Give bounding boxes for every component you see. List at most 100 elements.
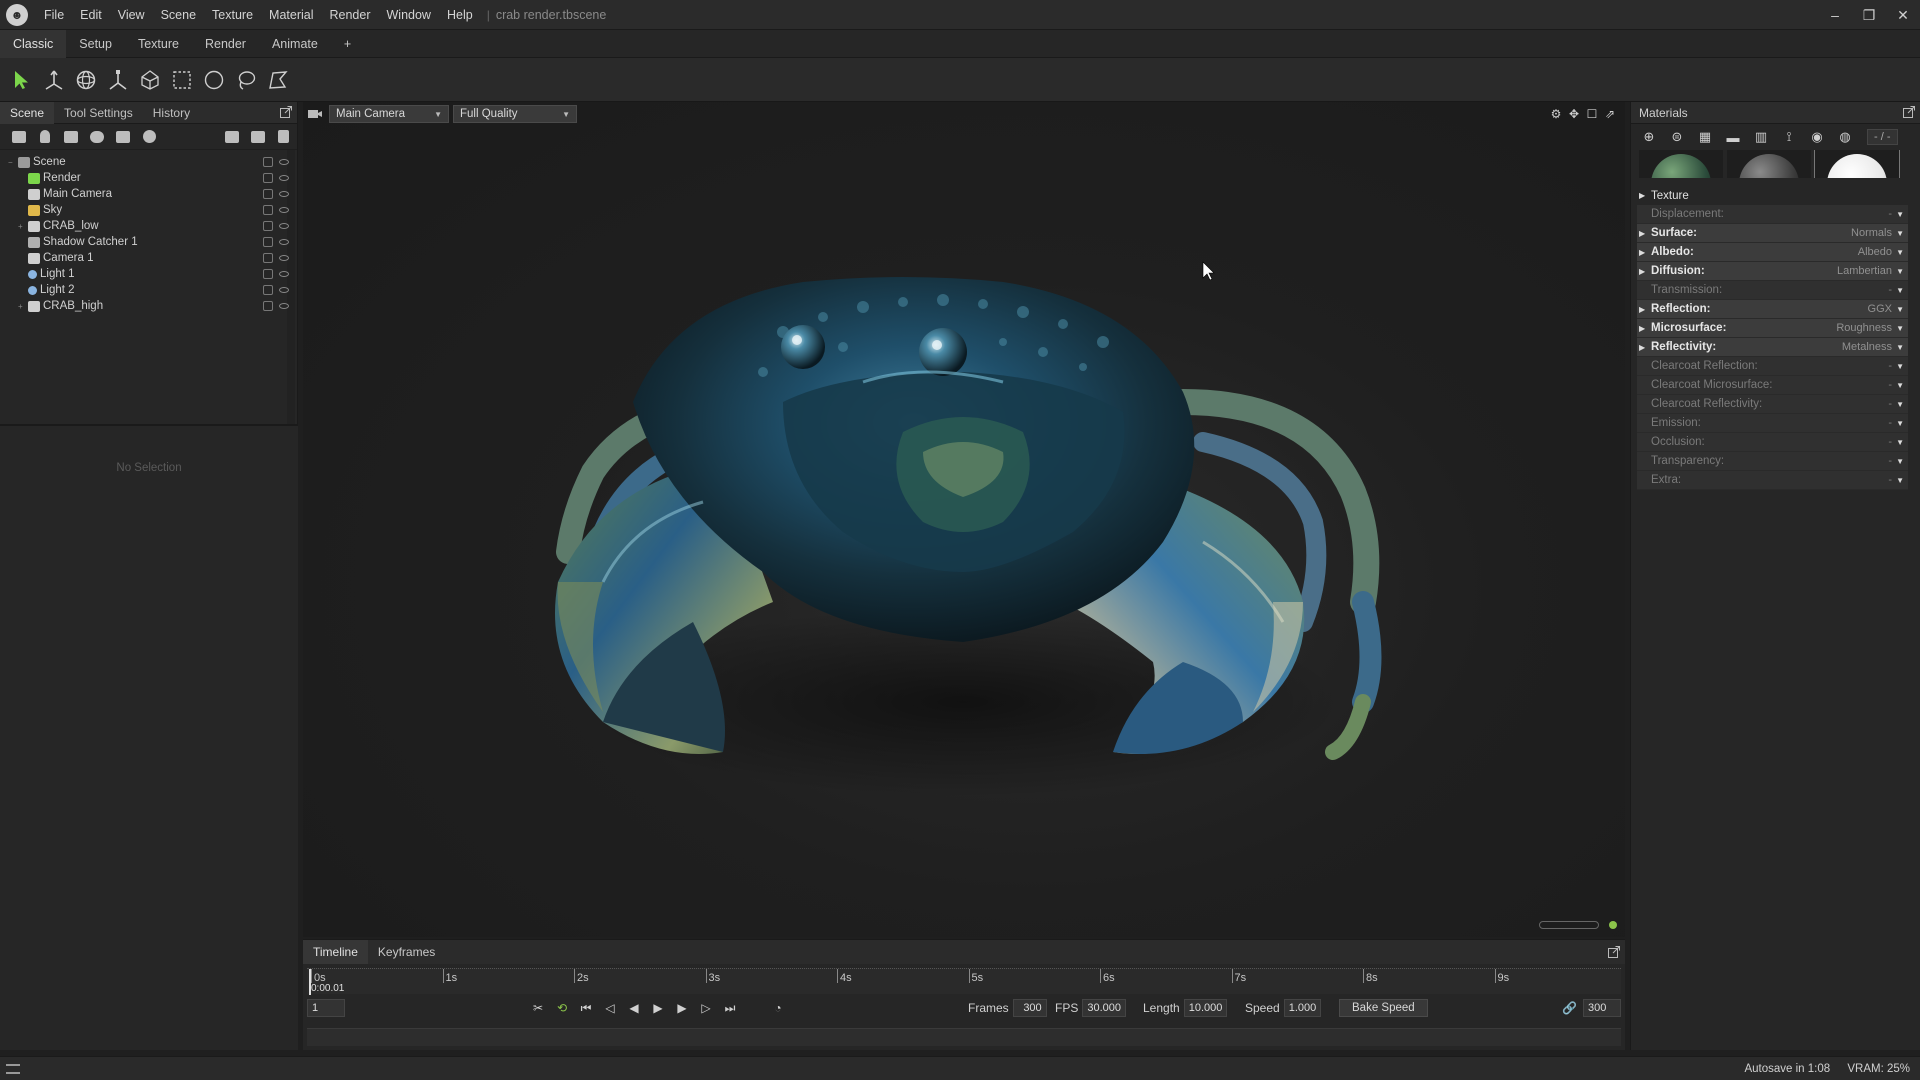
select-tool-button[interactable] — [6, 64, 38, 96]
visibility-eye-icon[interactable] — [279, 239, 289, 245]
menu-texture[interactable]: Texture — [204, 0, 261, 30]
step-forward-icon[interactable]: ▶ — [670, 998, 694, 1018]
chevron-down-icon[interactable]: ▼ — [1896, 343, 1904, 352]
add-shadow-catcher-button[interactable] — [84, 126, 110, 148]
timing-icon[interactable]: ◔ — [766, 998, 790, 1018]
log-icon[interactable] — [6, 1063, 20, 1074]
tab-render[interactable]: Render — [192, 30, 259, 58]
tree-item[interactable]: Sky — [0, 202, 297, 218]
tree-item[interactable]: − Scene — [0, 154, 297, 170]
menu-render[interactable]: Render — [322, 0, 379, 30]
quality-dropdown[interactable]: Full Quality ▼ — [453, 105, 577, 123]
chevron-down-icon[interactable]: ▼ — [1896, 210, 1904, 219]
current-frame-field[interactable]: 1 — [307, 999, 345, 1017]
popout-icon[interactable] — [1607, 945, 1621, 959]
tree-item[interactable]: Light 1 — [0, 266, 297, 282]
restore-button[interactable]: ❐ — [1852, 0, 1886, 30]
material-property-value[interactable]: - — [1888, 398, 1892, 410]
chevron-down-icon[interactable]: ▼ — [1896, 476, 1904, 485]
next-key-icon[interactable]: ▷ — [694, 998, 718, 1018]
add-tab-button[interactable]: + — [331, 30, 364, 58]
material-property-value[interactable]: - — [1888, 379, 1892, 391]
folder-icon[interactable]: ▬ — [1719, 126, 1747, 148]
tree-item[interactable]: Light 2 — [0, 282, 297, 298]
material-swatch[interactable] — [1814, 150, 1900, 178]
expand-icon[interactable]: − — [8, 158, 18, 167]
tab-scene[interactable]: Scene — [0, 101, 55, 124]
chevron-down-icon[interactable]: ▼ — [1896, 400, 1904, 409]
add-group-button[interactable] — [110, 126, 136, 148]
material-property-value[interactable]: Metalness — [1842, 341, 1892, 353]
visibility-eye-icon[interactable] — [279, 303, 289, 309]
skip-end-icon[interactable]: ⏭ — [718, 998, 742, 1018]
material-property-value[interactable]: - — [1888, 455, 1892, 467]
lock-icon[interactable] — [263, 205, 273, 215]
material-property-row[interactable]: ▶ Surface: Normals ▼ — [1637, 224, 1908, 243]
visibility-eye-icon[interactable] — [279, 223, 289, 229]
circle-select-button[interactable] — [198, 64, 230, 96]
lock-icon[interactable] — [263, 157, 273, 167]
lock-icon[interactable] — [263, 285, 273, 295]
chevron-down-icon[interactable]: ▼ — [1896, 381, 1904, 390]
picker-icon[interactable]: ⟟ — [1775, 126, 1803, 148]
popout-icon[interactable] — [1902, 105, 1916, 119]
chevron-down-icon[interactable]: ▼ — [1896, 286, 1904, 295]
assign-icon[interactable]: ◉ — [1803, 126, 1831, 148]
menu-edit[interactable]: Edit — [72, 0, 110, 30]
tree-item[interactable]: Main Camera — [0, 186, 297, 202]
end-frame-input[interactable]: 300 — [1583, 999, 1621, 1017]
cut-icon[interactable]: ✂ — [526, 998, 550, 1018]
visibility-eye-icon[interactable] — [279, 255, 289, 261]
tab-timeline[interactable]: Timeline — [303, 940, 368, 964]
chevron-down-icon[interactable]: ▼ — [1896, 362, 1904, 371]
bake-speed-button[interactable]: Bake Speed — [1339, 999, 1428, 1017]
visibility-eye-icon[interactable] — [279, 175, 289, 181]
popout-icon[interactable]: ⇗ — [1601, 106, 1619, 122]
lock-icon[interactable] — [263, 253, 273, 263]
lock-icon[interactable] — [263, 221, 273, 231]
material-property-row[interactable]: ▶ Microsurface: Roughness ▼ — [1637, 319, 1908, 338]
add-material-icon[interactable]: ⊕ — [1635, 126, 1663, 148]
material-property-row[interactable]: ▶ Diffusion: Lambertian ▼ — [1637, 262, 1908, 281]
camera-dropdown[interactable]: Main Camera ▼ — [329, 105, 449, 123]
close-button[interactable]: ✕ — [1886, 0, 1920, 30]
material-property-value[interactable]: Lambertian — [1837, 265, 1892, 277]
viewport-slider[interactable] — [1539, 921, 1599, 929]
material-property-value[interactable]: - — [1888, 474, 1892, 486]
app-logo-icon[interactable]: ☻ — [6, 3, 28, 26]
tree-item[interactable]: Camera 1 — [0, 250, 297, 266]
lock-icon[interactable] — [263, 173, 273, 183]
material-property-value[interactable]: Albedo — [1858, 246, 1892, 258]
fps-input[interactable]: 30.000 — [1082, 999, 1126, 1017]
duplicate-button[interactable] — [245, 126, 271, 148]
loop-icon[interactable]: ⟲ — [550, 998, 574, 1018]
snap-tool-button[interactable] — [134, 64, 166, 96]
3d-viewport[interactable]: Main Camera ▼ Full Quality ▼ ⚙ ✥ ☐ ⇗ — [303, 102, 1625, 937]
popout-icon[interactable] — [279, 105, 293, 119]
tab-history[interactable]: History — [143, 102, 200, 124]
maximize-icon[interactable]: ☐ — [1583, 106, 1601, 122]
menu-view[interactable]: View — [110, 0, 153, 30]
timeline-track[interactable] — [307, 1028, 1621, 1046]
tab-tool-settings[interactable]: Tool Settings — [54, 102, 143, 124]
trash-icon[interactable]: ▥ — [1747, 126, 1775, 148]
visibility-eye-icon[interactable] — [279, 191, 289, 197]
material-property-value[interactable]: - — [1888, 208, 1892, 220]
chevron-down-icon[interactable]: ▼ — [1896, 457, 1904, 466]
checker-material-icon[interactable]: ▦ — [1691, 126, 1719, 148]
material-property-value[interactable]: - — [1888, 284, 1892, 296]
lock-icon[interactable] — [263, 237, 273, 247]
visibility-eye-icon[interactable] — [279, 159, 289, 165]
chevron-down-icon[interactable]: ▼ — [1896, 305, 1904, 314]
material-property-value[interactable]: - — [1888, 417, 1892, 429]
chevron-down-icon[interactable]: ▼ — [1896, 229, 1904, 238]
material-property-row[interactable]: Occlusion: - ▼ — [1637, 433, 1908, 452]
lock-icon[interactable] — [263, 301, 273, 311]
tab-animate[interactable]: Animate — [259, 30, 331, 58]
move-tool-button[interactable] — [38, 64, 70, 96]
select-by-material-icon[interactable]: ◍ — [1831, 126, 1859, 148]
add-object-button[interactable] — [6, 126, 32, 148]
frames-input[interactable]: 300 — [1012, 999, 1047, 1017]
move-camera-icon[interactable]: ✥ — [1565, 106, 1583, 122]
material-property-row[interactable]: Extra: - ▼ — [1637, 471, 1908, 490]
